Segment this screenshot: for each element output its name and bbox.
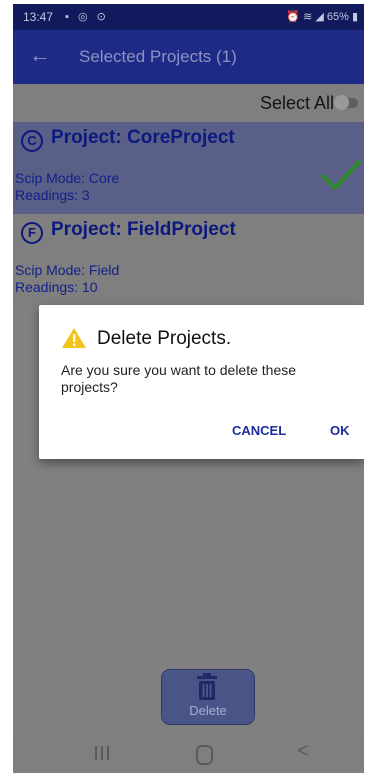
notification-icons: ▪ ◎ ⊙ [65, 11, 109, 23]
page-title: Selected Projects (1) [79, 47, 237, 66]
delete-button[interactable]: Delete [161, 669, 255, 725]
core-mode-icon: C [21, 130, 43, 152]
project-mode: Scip Mode: Field [15, 262, 120, 278]
select-all-label: Select All [259, 93, 334, 113]
project-mode: Scip Mode: Core [15, 170, 120, 186]
dialog-title: Delete Projects. [97, 328, 232, 349]
project-name: Project: FieldProject [51, 219, 236, 240]
home-icon[interactable] [196, 745, 213, 765]
project-readings: Readings: 10 [15, 279, 98, 295]
app-bar: ← Selected Projects (1) [13, 30, 364, 84]
dialog-message: Are you sure you want to delete these pr… [61, 362, 297, 395]
app-screen: 13:47 ▪ ◎ ⊙ ⏰ ≋ ◢ 65% ▮ ← Selected Proje… [13, 4, 364, 773]
field-mode-icon: F [21, 222, 43, 244]
select-all-toggle[interactable] [334, 95, 358, 110]
system-status-icons: ⏰ ≋ ◢ 65% ▮ [286, 11, 358, 23]
project-readings: Readings: 3 [15, 187, 90, 203]
delete-label: Delete [189, 703, 227, 718]
recent-apps-icon[interactable] [93, 746, 111, 760]
warning-icon [62, 328, 86, 348]
cancel-button[interactable]: CANCEL [232, 423, 286, 438]
back-arrow-icon[interactable]: ← [29, 42, 51, 68]
project-item-core[interactable]: C Project: CoreProject Scip Mode: Core R… [13, 122, 364, 214]
nav-back-icon[interactable]: < [297, 740, 309, 763]
status-bar: 13:47 ▪ ◎ ⊙ ⏰ ≋ ◢ 65% ▮ [13, 4, 364, 30]
check-icon [321, 160, 361, 190]
delete-confirm-dialog: Delete Projects. Are you sure you want t… [39, 305, 364, 459]
navigation-bar: < [13, 735, 364, 773]
project-name: Project: CoreProject [51, 127, 235, 148]
ok-button[interactable]: OK [330, 423, 350, 438]
status-time: 13:47 [23, 10, 54, 24]
select-all-row: Select All [13, 84, 364, 122]
project-item-field[interactable]: F Project: FieldProject Scip Mode: Field… [13, 214, 364, 306]
toggle-knob [334, 95, 349, 110]
trash-icon [197, 673, 217, 700]
